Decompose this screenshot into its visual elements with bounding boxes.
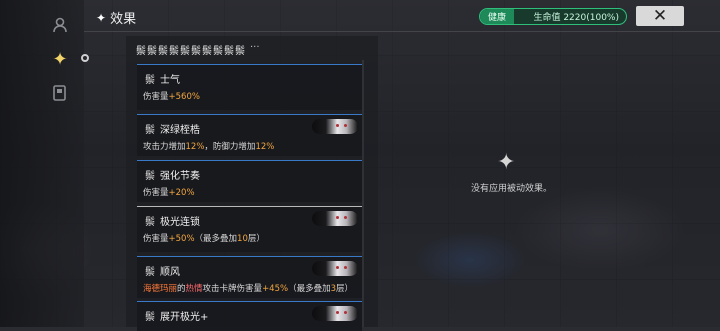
- effect-summary-icon[interactable]: 鬃: [158, 42, 168, 57]
- effect-title-text: 极光连锁: [160, 217, 200, 228]
- effect-description-part: 12%: [185, 142, 205, 152]
- sparkle-icon: ✦: [497, 150, 516, 175]
- effect-summary-icon[interactable]: 鬃: [213, 42, 223, 57]
- effect-description-part: +20%: [168, 188, 195, 198]
- character-portrait: [312, 119, 358, 134]
- effect-description-part: 12%: [255, 142, 275, 152]
- effect-icon: 鬃: [145, 217, 155, 228]
- effect-description: 伤害量+560%: [143, 90, 200, 102]
- close-button[interactable]: ✕: [636, 6, 684, 26]
- effect-summary-icon[interactable]: 鬃: [180, 42, 190, 57]
- effect-description-part: 攻击力增加: [143, 142, 186, 152]
- health-status-bar: 健康 生命值 2220(100%): [479, 8, 627, 25]
- effect-icon: 鬃: [145, 267, 155, 278]
- effect-description-part: （最多叠加: [288, 284, 331, 294]
- status-badge: 健康: [480, 9, 515, 24]
- effect-summary-icon[interactable]: 鬃: [202, 42, 212, 57]
- effect-card[interactable]: 鬃士气伤害量+560%: [137, 64, 362, 110]
- close-x-icon: ✕: [652, 5, 668, 26]
- sparkle-icon: ✦: [96, 10, 107, 25]
- character-icon[interactable]: [46, 12, 74, 38]
- effect-title: 鬃展开极光+: [145, 308, 208, 323]
- effect-title: 鬃深绿桎梏: [145, 121, 200, 136]
- effect-title: 鬃顺风: [145, 263, 180, 278]
- effect-icon: 鬃: [145, 312, 155, 323]
- effect-title: 鬃极光连锁: [145, 213, 200, 228]
- page-title-text: 效果: [110, 12, 137, 27]
- header-divider: [84, 31, 720, 32]
- page-title: ✦ 效果: [96, 8, 137, 28]
- effect-card[interactable]: 鬃极光连锁伤害量+50%（最多叠加10层）: [137, 206, 362, 252]
- effect-description-part: ，防御力增加: [204, 142, 256, 152]
- effect-description: 攻击力增加12%，防御力增加12%: [143, 140, 274, 152]
- effect-title-text: 强化节奏: [160, 171, 200, 182]
- effect-icon: 鬃: [145, 125, 155, 136]
- effect-title: 鬃士气: [145, 71, 180, 86]
- effect-summary-icon[interactable]: 鬃: [191, 42, 201, 57]
- character-portrait: [312, 261, 358, 276]
- effect-description-part: 伤害量: [143, 92, 169, 102]
- passive-empty-text: 没有应用被动效果。: [471, 184, 553, 194]
- effect-title-text: 顺风: [160, 267, 180, 278]
- more-indicator: ···: [250, 42, 260, 53]
- effect-description-part: 10: [237, 234, 248, 244]
- character-portrait: [312, 211, 358, 226]
- effect-description: 伤害量+20%: [143, 186, 195, 198]
- sparkle-icon[interactable]: ✦: [46, 46, 74, 72]
- effect-summary-icon[interactable]: 鬃: [224, 42, 234, 57]
- effect-title-text: 展开极光+: [160, 312, 209, 323]
- effect-summary-icon[interactable]: 鬃: [136, 42, 146, 57]
- selection-indicator: [81, 54, 89, 62]
- scrollbar[interactable]: [362, 60, 364, 327]
- effect-summary-icon[interactable]: 鬃: [235, 42, 245, 57]
- effect-description-part: +50%: [168, 234, 195, 244]
- effect-description-part: 的: [177, 284, 186, 294]
- effect-description-part: 层）: [247, 234, 265, 244]
- effect-description-part: 层）: [336, 284, 354, 294]
- effect-description-part: +45%: [262, 284, 289, 294]
- card-icon[interactable]: [46, 80, 74, 106]
- effect-title-text: 士气: [160, 75, 180, 86]
- effect-description-part: 海德玛丽: [143, 284, 178, 294]
- effect-description: 海德玛丽的热情攻击卡牌伤害量+45%（最多叠加3层）: [143, 282, 353, 294]
- effect-description-part: 伤害量: [143, 234, 169, 244]
- hp-text: 生命值 2220(100%): [533, 13, 619, 23]
- effect-icon: 鬃: [145, 171, 155, 182]
- effect-description-part: （最多叠加: [194, 234, 238, 244]
- effect-summary-icon[interactable]: 鬃: [169, 42, 179, 57]
- effect-card[interactable]: 鬃深绿桎梏 攻击力增加12%，防御力增加12%: [137, 114, 362, 156]
- character-portrait: [312, 306, 358, 321]
- effect-description-part: 伤害量: [143, 188, 169, 198]
- effect-description-part: 热情: [185, 284, 203, 294]
- effect-summary-icon[interactable]: 鬃: [147, 42, 157, 57]
- effect-description-part: 攻击卡牌伤害量: [202, 284, 263, 294]
- effect-title: 鬃强化节奏: [145, 167, 200, 182]
- left-rail: ✦: [0, 0, 84, 327]
- effect-description-part: +560%: [168, 92, 200, 102]
- effect-icon: 鬃: [145, 75, 155, 86]
- effect-description: 伤害量+50%（最多叠加10层）: [143, 232, 265, 244]
- effect-title-text: 深绿桎梏: [160, 125, 200, 136]
- effects-summary-row: 鬃鬃鬃鬃鬃鬃鬃鬃鬃鬃 ···: [136, 42, 260, 57]
- effect-card[interactable]: 鬃顺风海德玛丽的热情攻击卡牌伤害量+45%（最多叠加3层）: [137, 256, 362, 298]
- effect-card[interactable]: 鬃强化节奏伤害量+20%: [137, 160, 362, 202]
